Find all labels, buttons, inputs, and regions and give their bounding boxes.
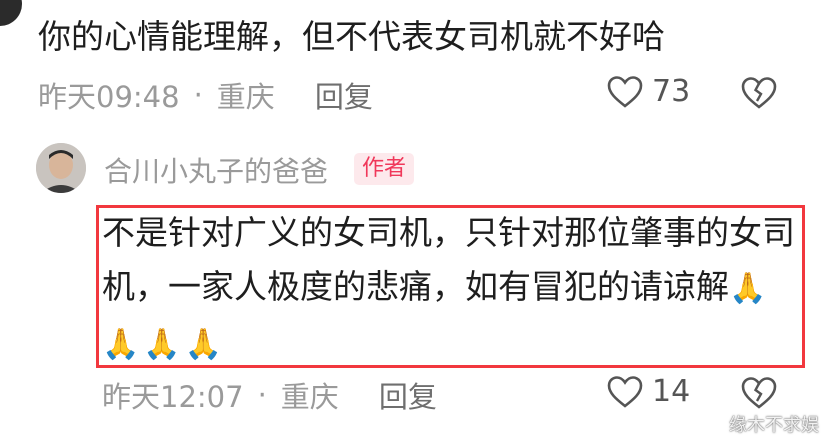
meta-separator: · <box>257 378 267 412</box>
meta-separator: · <box>193 78 203 112</box>
heart-icon <box>606 375 644 409</box>
previous-commenter-avatar[interactable] <box>0 0 22 26</box>
comment-location: 重庆 <box>280 380 339 414</box>
heart-icon <box>606 75 644 109</box>
like-count: 73 <box>652 74 691 109</box>
comment-location: 重庆 <box>216 80 275 114</box>
broken-heart-icon <box>740 77 778 114</box>
watermark: 缘木不求娱 <box>729 415 819 436</box>
dislike-button[interactable] <box>740 376 778 414</box>
username[interactable]: 合川小丸子的爸爸 <box>104 150 328 190</box>
comment-meta: 昨天09:48 · 重庆 回复 <box>38 74 373 116</box>
comment-meta: 昨天12:07 · 重庆 回复 <box>102 374 437 416</box>
like-count: 14 <box>652 374 691 409</box>
dislike-button[interactable] <box>740 76 778 114</box>
author-badge: 作者 <box>354 153 415 185</box>
highlight-box <box>96 205 805 368</box>
avatar[interactable] <box>36 143 86 193</box>
reply-button[interactable]: 回复 <box>379 374 437 416</box>
like-button[interactable]: 73 <box>606 74 690 109</box>
comment-time: 昨天09:48 <box>38 80 180 114</box>
comment-time: 昨天12:07 <box>102 380 244 414</box>
like-button[interactable]: 14 <box>606 374 690 409</box>
comment-text: 你的心情能理解，但不代表女司机就不好哈 <box>38 17 665 56</box>
reply-button[interactable]: 回复 <box>315 74 373 116</box>
